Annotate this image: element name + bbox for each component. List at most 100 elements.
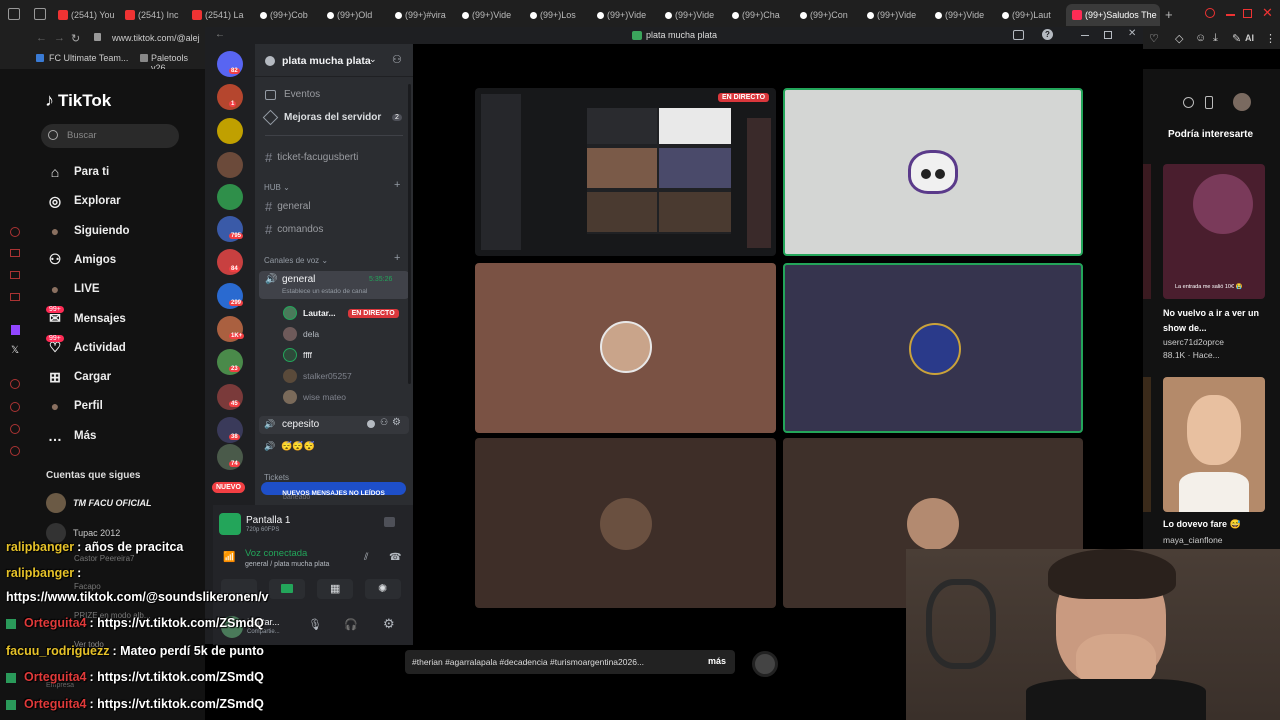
- reload-icon[interactable]: ↻: [71, 32, 80, 45]
- channel-general[interactable]: # general: [265, 199, 311, 214]
- close-window-icon[interactable]: ✕: [1262, 5, 1273, 21]
- settings-icon[interactable]: ⚙: [383, 616, 395, 632]
- profile-icon[interactable]: ☺: [1195, 32, 1206, 44]
- disconnect-icon[interactable]: ☎: [389, 552, 401, 563]
- side-icon[interactable]: [10, 271, 20, 279]
- more-link[interactable]: más: [708, 656, 726, 666]
- new-badge[interactable]: NUEVO: [212, 482, 245, 493]
- voice-channel-general[interactable]: 🔊 general 5:35:26 Establece un estado de…: [259, 271, 409, 299]
- bookmark-item[interactable]: FC Ultimate Team...: [49, 53, 128, 63]
- browser-tab[interactable]: (99+)Los: [530, 6, 592, 24]
- channel-ticket[interactable]: # ticket-facugusberti: [265, 150, 358, 165]
- browser-tab[interactable]: (99+)Vide: [665, 6, 727, 24]
- x-icon[interactable]: 𝕏: [11, 345, 19, 356]
- rec-user[interactable]: userc71d2oprce: [1163, 337, 1224, 347]
- voice-user[interactable]: wise mateo: [283, 390, 346, 404]
- rec-thumbnail[interactable]: La entrada me salió 10€ 😭: [1163, 164, 1265, 299]
- gauge-icon[interactable]: [1183, 97, 1194, 108]
- browser-tab[interactable]: (99+)Vide: [462, 6, 524, 24]
- boost-item[interactable]: Mejoras del servidor: [262, 109, 381, 126]
- category-voice[interactable]: Canales de voz ⌄: [264, 256, 328, 265]
- events-item[interactable]: Eventos: [265, 89, 320, 100]
- channel-status[interactable]: Establece un estado de canal: [282, 288, 367, 295]
- side-icon[interactable]: [10, 402, 20, 412]
- active-tab[interactable]: (99+)Saludos The: [1066, 4, 1160, 26]
- activities-button[interactable]: ▦: [317, 579, 353, 599]
- back-icon[interactable]: ←: [36, 32, 47, 44]
- side-icon[interactable]: [10, 379, 20, 389]
- guild-icon[interactable]: [217, 184, 243, 210]
- stop-share-icon[interactable]: [384, 517, 395, 527]
- guild-icon[interactable]: [217, 152, 243, 178]
- scrollbar[interactable]: [408, 84, 411, 384]
- nav-item-más[interactable]: … Más: [46, 427, 96, 445]
- voice-user[interactable]: stalker05257: [283, 369, 352, 383]
- category-tickets[interactable]: Tickets: [264, 473, 289, 482]
- nav-item-amigos[interactable]: ⚇ Amigos: [46, 251, 116, 269]
- forward-icon[interactable]: →: [54, 32, 65, 44]
- back-icon[interactable]: ←: [215, 29, 225, 40]
- channel-comandos[interactable]: # comandos: [265, 222, 323, 237]
- voice-channel-cepesito[interactable]: 🔊 cepesito ⚇ ⚙: [259, 416, 409, 434]
- new-tab-icon[interactable]: +: [1165, 7, 1173, 22]
- screen-share-button[interactable]: [269, 579, 305, 599]
- server-header[interactable]: plata mucha plata ⌄ ⚇: [255, 44, 413, 77]
- hidden-channel[interactable]: baneado: [283, 494, 310, 501]
- browser-tab[interactable]: (99+)Con: [800, 6, 862, 24]
- twitch-icon[interactable]: [11, 325, 20, 335]
- tiktok-search[interactable]: Buscar: [41, 124, 179, 148]
- browser-tab[interactable]: (99+)Laut: [1002, 6, 1064, 24]
- noise-icon[interactable]: ⫽: [364, 552, 368, 563]
- close-icon[interactable]: ✕: [1128, 28, 1136, 39]
- extensions-icon[interactable]: ◇: [1175, 32, 1183, 45]
- rec-user[interactable]: maya_cianflone: [1163, 535, 1223, 545]
- browser-tab[interactable]: (99+)Vide: [597, 6, 659, 24]
- menu-icon[interactable]: ⋮: [1265, 32, 1276, 45]
- nav-item-para-ti[interactable]: ⌂ Para ti: [46, 163, 109, 181]
- nav-item-siguiendo[interactable]: ● Siguiendo: [46, 222, 130, 240]
- side-icon[interactable]: [10, 227, 20, 237]
- browser-tab[interactable]: (99+)Vide: [867, 6, 929, 24]
- add-channel-icon[interactable]: +: [394, 252, 400, 264]
- download-icon[interactable]: ⤓: [1213, 32, 1218, 45]
- browser-tab[interactable]: (99+)Old: [327, 6, 389, 24]
- microphone-icon[interactable]: 🎙: [308, 618, 322, 631]
- following-item[interactable]: TM FACU OFICIAL: [46, 493, 152, 513]
- user-tile[interactable]: [783, 88, 1083, 256]
- help-icon[interactable]: ?: [1042, 29, 1053, 40]
- browser-tab[interactable]: (99+)Vide: [935, 6, 997, 24]
- minimize-icon[interactable]: [1081, 35, 1089, 36]
- phone-icon[interactable]: [1205, 96, 1213, 109]
- rec-thumbnail[interactable]: [1163, 377, 1265, 512]
- inbox-icon[interactable]: [1013, 30, 1024, 40]
- tab-grid-icon[interactable]: [34, 8, 46, 20]
- category-hub[interactable]: HUB ⌄: [264, 183, 290, 192]
- music-disc[interactable]: [752, 651, 778, 677]
- user-tile[interactable]: [783, 263, 1083, 433]
- add-member-icon[interactable]: ⚇: [392, 53, 402, 66]
- invite-icon[interactable]: ⚇: [380, 417, 388, 428]
- voice-user[interactable]: Lautar... EN DIRECTO: [283, 306, 399, 320]
- side-icon[interactable]: [10, 249, 20, 257]
- gear-icon[interactable]: ⚙: [392, 417, 401, 428]
- maximize-icon[interactable]: [1104, 31, 1112, 39]
- gear-icon[interactable]: [10, 446, 20, 456]
- ai-icon[interactable]: AI: [1245, 33, 1254, 43]
- stream-tile[interactable]: EN DIRECTO: [475, 88, 776, 256]
- chat-icon[interactable]: [367, 420, 375, 428]
- favorite-icon[interactable]: ♡: [1149, 32, 1159, 45]
- user-tile[interactable]: [475, 438, 776, 608]
- search-tabs-icon[interactable]: [1205, 8, 1215, 18]
- browser-tab[interactable]: (99+)#vira: [395, 6, 457, 24]
- nav-item-live[interactable]: ● LIVE: [46, 280, 100, 298]
- window-menu-icon[interactable]: [8, 8, 20, 20]
- voice-connection[interactable]: 📶 Voz conectada general / plata mucha pl…: [219, 547, 404, 573]
- minimize-icon[interactable]: [1226, 14, 1235, 16]
- browser-tab[interactable]: (2541) Inc: [125, 6, 187, 24]
- voice-user[interactable]: ffff: [283, 348, 312, 362]
- voice-user[interactable]: dela: [283, 327, 319, 341]
- avatar[interactable]: [1233, 93, 1251, 111]
- browser-tab[interactable]: (2541) La: [192, 6, 254, 24]
- guild-icon[interactable]: [217, 118, 243, 144]
- edit-icon[interactable]: ✎: [1232, 32, 1241, 45]
